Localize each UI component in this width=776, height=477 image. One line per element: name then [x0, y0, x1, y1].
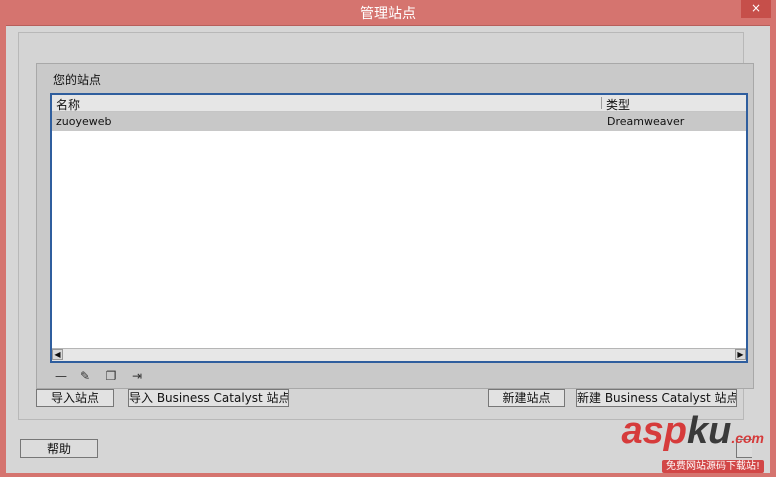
- new-site-button[interactable]: 新建站点: [488, 389, 565, 407]
- new-bc-site-button[interactable]: 新建 Business Catalyst 站点: [576, 389, 737, 407]
- scroll-left-icon[interactable]: ◀: [52, 349, 63, 360]
- duplicate-site-icon[interactable]: ❐: [102, 368, 120, 384]
- column-header-type[interactable]: 类型: [606, 96, 630, 113]
- table-row[interactable]: zuoyeweb Dreamweaver: [52, 112, 746, 131]
- done-button[interactable]: [736, 439, 752, 458]
- sites-group: 您的站点 名称 类型 zuoyeweb Dreamweaver ◀ ▶ — ✎ …: [18, 32, 754, 420]
- site-name-cell: zuoyeweb: [56, 115, 112, 128]
- title-bar: 管理站点 ×: [0, 0, 776, 24]
- import-site-button[interactable]: 导入站点: [36, 389, 114, 407]
- export-site-icon[interactable]: ⇥: [128, 368, 146, 384]
- close-icon: ×: [750, 1, 762, 15]
- column-header-name[interactable]: 名称: [56, 96, 80, 113]
- column-divider[interactable]: [601, 97, 602, 109]
- window-title: 管理站点: [360, 6, 416, 22]
- site-type-cell: Dreamweaver: [607, 115, 685, 128]
- close-button[interactable]: ×: [741, 0, 771, 18]
- remove-site-icon[interactable]: —: [52, 368, 70, 384]
- edit-site-icon[interactable]: ✎: [76, 368, 94, 384]
- horizontal-scrollbar[interactable]: ◀ ▶: [52, 348, 746, 361]
- your-sites-label: 您的站点: [53, 73, 102, 87]
- scroll-right-icon[interactable]: ▶: [735, 349, 746, 360]
- list-header: 名称 类型: [52, 95, 746, 112]
- help-button[interactable]: 帮助: [20, 439, 98, 458]
- import-bc-site-button[interactable]: 导入 Business Catalyst 站点: [128, 389, 289, 407]
- sites-list[interactable]: 名称 类型 zuoyeweb Dreamweaver ◀ ▶: [50, 93, 748, 363]
- dialog-body: 您的站点 名称 类型 zuoyeweb Dreamweaver ◀ ▶ — ✎ …: [6, 25, 770, 473]
